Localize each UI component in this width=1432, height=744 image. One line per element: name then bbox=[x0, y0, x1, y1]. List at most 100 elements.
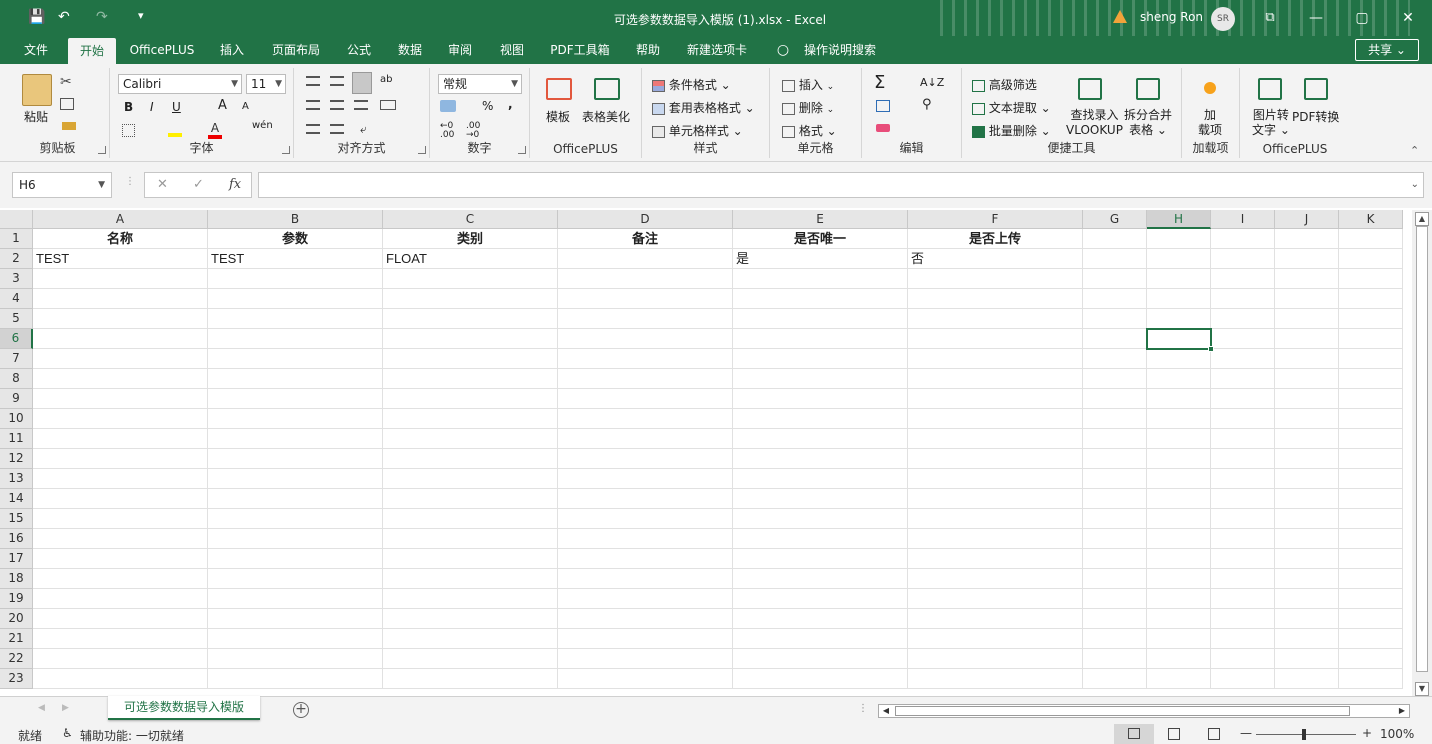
cell-i23[interactable] bbox=[1211, 669, 1275, 689]
column-header-d[interactable]: D bbox=[558, 210, 733, 229]
column-header-a[interactable]: A bbox=[33, 210, 208, 229]
template-button[interactable]: 模板 bbox=[546, 108, 570, 125]
cell-k7[interactable] bbox=[1339, 349, 1403, 369]
cell-j17[interactable] bbox=[1275, 549, 1339, 569]
table-beautify-button[interactable]: 表格美化 bbox=[582, 108, 630, 125]
tab-data[interactable]: 数据 bbox=[390, 36, 430, 64]
cell-a21[interactable] bbox=[33, 629, 208, 649]
cell-e20[interactable] bbox=[733, 609, 908, 629]
tab-new[interactable]: 新建选项卡 bbox=[680, 36, 754, 64]
minimize-button[interactable]: — bbox=[1301, 6, 1331, 30]
cell-c2[interactable]: FLOAT bbox=[383, 249, 558, 269]
cell-k23[interactable] bbox=[1339, 669, 1403, 689]
cell-g12[interactable] bbox=[1083, 449, 1147, 469]
cell-b20[interactable] bbox=[208, 609, 383, 629]
cell-h3[interactable] bbox=[1147, 269, 1211, 289]
zoom-slider[interactable] bbox=[1256, 734, 1356, 735]
tab-officeplus[interactable]: OfficePLUS bbox=[124, 36, 200, 64]
cell-i3[interactable] bbox=[1211, 269, 1275, 289]
cell-e8[interactable] bbox=[733, 369, 908, 389]
undo-icon[interactable]: ↶ bbox=[58, 9, 70, 25]
cell-a17[interactable] bbox=[33, 549, 208, 569]
cell-k5[interactable] bbox=[1339, 309, 1403, 329]
normal-view-button[interactable] bbox=[1114, 724, 1154, 744]
batch-delete-button[interactable]: 批量删除 ⌄ bbox=[972, 122, 1051, 139]
addins-icon[interactable] bbox=[1204, 82, 1216, 94]
row-header-22[interactable]: 22 bbox=[0, 649, 33, 669]
cell-f8[interactable] bbox=[908, 369, 1083, 389]
tab-home[interactable]: 开始 bbox=[68, 38, 116, 64]
cell-i1[interactable] bbox=[1211, 229, 1275, 249]
cell-d5[interactable] bbox=[558, 309, 733, 329]
cell-j6[interactable] bbox=[1275, 329, 1339, 349]
image-to-text-icon[interactable] bbox=[1258, 78, 1282, 100]
cell-h8[interactable] bbox=[1147, 369, 1211, 389]
user-name[interactable]: sheng Ron bbox=[1140, 10, 1203, 24]
cut-icon[interactable]: ✂ bbox=[60, 74, 72, 90]
cell-c16[interactable] bbox=[383, 529, 558, 549]
cell-j7[interactable] bbox=[1275, 349, 1339, 369]
pdf-convert-button[interactable]: PDF转换 bbox=[1292, 108, 1339, 125]
cell-i18[interactable] bbox=[1211, 569, 1275, 589]
cell-c21[interactable] bbox=[383, 629, 558, 649]
row-header-7[interactable]: 7 bbox=[0, 349, 33, 369]
cell-j1[interactable] bbox=[1275, 229, 1339, 249]
cell-k20[interactable] bbox=[1339, 609, 1403, 629]
cell-h19[interactable] bbox=[1147, 589, 1211, 609]
cell-d8[interactable] bbox=[558, 369, 733, 389]
cell-j20[interactable] bbox=[1275, 609, 1339, 629]
cell-g11[interactable] bbox=[1083, 429, 1147, 449]
cell-c10[interactable] bbox=[383, 409, 558, 429]
cell-f22[interactable] bbox=[908, 649, 1083, 669]
cell-f5[interactable] bbox=[908, 309, 1083, 329]
row-header-3[interactable]: 3 bbox=[0, 269, 33, 289]
column-header-c[interactable]: C bbox=[383, 210, 558, 229]
font-color-icon[interactable]: A bbox=[208, 121, 222, 139]
clear-icon[interactable] bbox=[876, 124, 890, 132]
cell-g3[interactable] bbox=[1083, 269, 1147, 289]
cell-j4[interactable] bbox=[1275, 289, 1339, 309]
vertical-scroll-thumb[interactable] bbox=[1416, 226, 1428, 672]
cell-k3[interactable] bbox=[1339, 269, 1403, 289]
share-button[interactable]: 共享 ⌄ bbox=[1355, 39, 1419, 61]
cell-h1[interactable] bbox=[1147, 229, 1211, 249]
cell-k16[interactable] bbox=[1339, 529, 1403, 549]
name-box[interactable]: H6 ▼ bbox=[12, 172, 112, 198]
cell-g4[interactable] bbox=[1083, 289, 1147, 309]
row-header-11[interactable]: 11 bbox=[0, 429, 33, 449]
cell-g21[interactable] bbox=[1083, 629, 1147, 649]
paste-button[interactable]: 粘贴 bbox=[24, 108, 48, 125]
horizontal-scroll-thumb[interactable] bbox=[895, 706, 1350, 716]
cell-c19[interactable] bbox=[383, 589, 558, 609]
phonetic-button[interactable]: wén bbox=[252, 120, 273, 131]
select-all-corner[interactable] bbox=[0, 210, 33, 229]
row-header-18[interactable]: 18 bbox=[0, 569, 33, 589]
accessibility-status[interactable]: 辅助功能: 一切就绪 bbox=[80, 727, 184, 744]
cell-a12[interactable] bbox=[33, 449, 208, 469]
cell-c20[interactable] bbox=[383, 609, 558, 629]
cell-i22[interactable] bbox=[1211, 649, 1275, 669]
cell-d14[interactable] bbox=[558, 489, 733, 509]
close-button[interactable]: ✕ bbox=[1393, 6, 1423, 30]
cell-c23[interactable] bbox=[383, 669, 558, 689]
cancel-icon[interactable]: ✕ bbox=[157, 173, 168, 197]
cell-b21[interactable] bbox=[208, 629, 383, 649]
cell-b15[interactable] bbox=[208, 509, 383, 529]
cell-g7[interactable] bbox=[1083, 349, 1147, 369]
cell-e22[interactable] bbox=[733, 649, 908, 669]
row-header-6[interactable]: 6 bbox=[0, 329, 33, 349]
redo-icon[interactable]: ↷ bbox=[96, 9, 108, 25]
cell-k6[interactable] bbox=[1339, 329, 1403, 349]
horizontal-scrollbar[interactable]: ◀ ▶ bbox=[878, 704, 1410, 718]
formula-bar-resize-handle[interactable]: ⋮ bbox=[125, 176, 135, 187]
underline-button[interactable]: U bbox=[172, 100, 181, 114]
cell-g16[interactable] bbox=[1083, 529, 1147, 549]
cell-b7[interactable] bbox=[208, 349, 383, 369]
cell-f16[interactable] bbox=[908, 529, 1083, 549]
cell-h2[interactable] bbox=[1147, 249, 1211, 269]
column-header-j[interactable]: J bbox=[1275, 210, 1339, 229]
cell-d22[interactable] bbox=[558, 649, 733, 669]
cell-g9[interactable] bbox=[1083, 389, 1147, 409]
enter-icon[interactable]: ✓ bbox=[193, 173, 204, 197]
cell-i21[interactable] bbox=[1211, 629, 1275, 649]
